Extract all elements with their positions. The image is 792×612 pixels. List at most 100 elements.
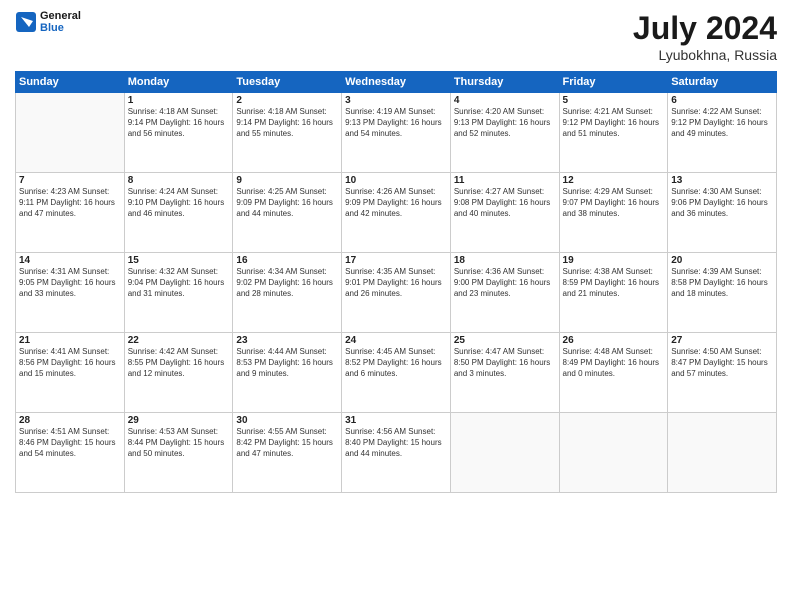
week-row-0: 1Sunrise: 4:18 AM Sunset: 9:14 PM Daylig… [16,93,777,173]
day-number: 21 [19,335,121,346]
day-number: 15 [128,255,230,266]
day-number: 6 [671,95,773,106]
day-number: 14 [19,255,121,266]
day-number: 10 [345,175,447,186]
col-header-saturday: Saturday [668,72,777,93]
day-number: 11 [454,175,556,186]
day-info: Sunrise: 4:34 AM Sunset: 9:02 PM Dayligh… [236,267,338,299]
col-header-sunday: Sunday [16,72,125,93]
day-info: Sunrise: 4:27 AM Sunset: 9:08 PM Dayligh… [454,187,556,219]
calendar-cell: 19Sunrise: 4:38 AM Sunset: 8:59 PM Dayli… [559,253,668,333]
logo-svg [15,11,37,33]
day-number: 5 [563,95,665,106]
day-info: Sunrise: 4:35 AM Sunset: 9:01 PM Dayligh… [345,267,447,299]
day-number: 19 [563,255,665,266]
calendar-cell: 18Sunrise: 4:36 AM Sunset: 9:00 PM Dayli… [450,253,559,333]
calendar-cell: 25Sunrise: 4:47 AM Sunset: 8:50 PM Dayli… [450,333,559,413]
day-info: Sunrise: 4:21 AM Sunset: 9:12 PM Dayligh… [563,107,665,139]
calendar-cell: 1Sunrise: 4:18 AM Sunset: 9:14 PM Daylig… [124,93,233,173]
day-number: 27 [671,335,773,346]
day-number: 23 [236,335,338,346]
col-header-wednesday: Wednesday [342,72,451,93]
week-row-2: 14Sunrise: 4:31 AM Sunset: 9:05 PM Dayli… [16,253,777,333]
calendar-cell: 14Sunrise: 4:31 AM Sunset: 9:05 PM Dayli… [16,253,125,333]
calendar-cell: 16Sunrise: 4:34 AM Sunset: 9:02 PM Dayli… [233,253,342,333]
week-row-3: 21Sunrise: 4:41 AM Sunset: 8:56 PM Dayli… [16,333,777,413]
logo: General Blue [15,10,81,34]
day-number: 12 [563,175,665,186]
calendar-cell: 3Sunrise: 4:19 AM Sunset: 9:13 PM Daylig… [342,93,451,173]
calendar-cell: 29Sunrise: 4:53 AM Sunset: 8:44 PM Dayli… [124,413,233,493]
day-number: 25 [454,335,556,346]
calendar-cell: 23Sunrise: 4:44 AM Sunset: 8:53 PM Dayli… [233,333,342,413]
calendar-cell: 11Sunrise: 4:27 AM Sunset: 9:08 PM Dayli… [450,173,559,253]
calendar-cell: 4Sunrise: 4:20 AM Sunset: 9:13 PM Daylig… [450,93,559,173]
calendar-cell: 20Sunrise: 4:39 AM Sunset: 8:58 PM Dayli… [668,253,777,333]
day-info: Sunrise: 4:25 AM Sunset: 9:09 PM Dayligh… [236,187,338,219]
day-info: Sunrise: 4:56 AM Sunset: 8:40 PM Dayligh… [345,427,447,459]
calendar-cell: 8Sunrise: 4:24 AM Sunset: 9:10 PM Daylig… [124,173,233,253]
day-number: 28 [19,415,121,426]
header-row: SundayMondayTuesdayWednesdayThursdayFrid… [16,72,777,93]
calendar-cell: 2Sunrise: 4:18 AM Sunset: 9:14 PM Daylig… [233,93,342,173]
day-info: Sunrise: 4:19 AM Sunset: 9:13 PM Dayligh… [345,107,447,139]
calendar-table: SundayMondayTuesdayWednesdayThursdayFrid… [15,71,777,493]
header: General Blue July 2024 Lyubokhna, Russia [15,10,777,63]
calendar-cell: 26Sunrise: 4:48 AM Sunset: 8:49 PM Dayli… [559,333,668,413]
day-info: Sunrise: 4:50 AM Sunset: 8:47 PM Dayligh… [671,347,773,379]
calendar-cell: 24Sunrise: 4:45 AM Sunset: 8:52 PM Dayli… [342,333,451,413]
day-info: Sunrise: 4:55 AM Sunset: 8:42 PM Dayligh… [236,427,338,459]
col-header-tuesday: Tuesday [233,72,342,93]
day-info: Sunrise: 4:32 AM Sunset: 9:04 PM Dayligh… [128,267,230,299]
day-info: Sunrise: 4:44 AM Sunset: 8:53 PM Dayligh… [236,347,338,379]
day-info: Sunrise: 4:41 AM Sunset: 8:56 PM Dayligh… [19,347,121,379]
calendar-cell: 12Sunrise: 4:29 AM Sunset: 9:07 PM Dayli… [559,173,668,253]
day-number: 17 [345,255,447,266]
day-number: 18 [454,255,556,266]
title-block: July 2024 Lyubokhna, Russia [633,10,777,63]
calendar-cell: 28Sunrise: 4:51 AM Sunset: 8:46 PM Dayli… [16,413,125,493]
location: Lyubokhna, Russia [633,47,777,63]
calendar-cell [559,413,668,493]
day-info: Sunrise: 4:18 AM Sunset: 9:14 PM Dayligh… [128,107,230,139]
calendar-cell: 30Sunrise: 4:55 AM Sunset: 8:42 PM Dayli… [233,413,342,493]
day-number: 9 [236,175,338,186]
day-number: 3 [345,95,447,106]
day-number: 22 [128,335,230,346]
day-info: Sunrise: 4:20 AM Sunset: 9:13 PM Dayligh… [454,107,556,139]
logo-blue: Blue [40,22,81,34]
day-number: 20 [671,255,773,266]
day-info: Sunrise: 4:47 AM Sunset: 8:50 PM Dayligh… [454,347,556,379]
calendar-container: General Blue July 2024 Lyubokhna, Russia… [0,0,792,612]
day-number: 2 [236,95,338,106]
calendar-cell: 31Sunrise: 4:56 AM Sunset: 8:40 PM Dayli… [342,413,451,493]
day-number: 13 [671,175,773,186]
calendar-cell: 17Sunrise: 4:35 AM Sunset: 9:01 PM Dayli… [342,253,451,333]
week-row-1: 7Sunrise: 4:23 AM Sunset: 9:11 PM Daylig… [16,173,777,253]
day-number: 4 [454,95,556,106]
day-info: Sunrise: 4:42 AM Sunset: 8:55 PM Dayligh… [128,347,230,379]
calendar-cell: 15Sunrise: 4:32 AM Sunset: 9:04 PM Dayli… [124,253,233,333]
day-info: Sunrise: 4:18 AM Sunset: 9:14 PM Dayligh… [236,107,338,139]
day-info: Sunrise: 4:38 AM Sunset: 8:59 PM Dayligh… [563,267,665,299]
day-number: 16 [236,255,338,266]
week-row-4: 28Sunrise: 4:51 AM Sunset: 8:46 PM Dayli… [16,413,777,493]
col-header-friday: Friday [559,72,668,93]
day-number: 30 [236,415,338,426]
calendar-cell: 13Sunrise: 4:30 AM Sunset: 9:06 PM Dayli… [668,173,777,253]
day-info: Sunrise: 4:48 AM Sunset: 8:49 PM Dayligh… [563,347,665,379]
day-info: Sunrise: 4:29 AM Sunset: 9:07 PM Dayligh… [563,187,665,219]
day-info: Sunrise: 4:26 AM Sunset: 9:09 PM Dayligh… [345,187,447,219]
day-number: 1 [128,95,230,106]
month-title: July 2024 [633,10,777,47]
day-number: 24 [345,335,447,346]
calendar-cell: 7Sunrise: 4:23 AM Sunset: 9:11 PM Daylig… [16,173,125,253]
day-info: Sunrise: 4:22 AM Sunset: 9:12 PM Dayligh… [671,107,773,139]
day-number: 31 [345,415,447,426]
calendar-cell [16,93,125,173]
calendar-cell [450,413,559,493]
calendar-cell [668,413,777,493]
day-info: Sunrise: 4:23 AM Sunset: 9:11 PM Dayligh… [19,187,121,219]
col-header-monday: Monday [124,72,233,93]
calendar-cell: 10Sunrise: 4:26 AM Sunset: 9:09 PM Dayli… [342,173,451,253]
